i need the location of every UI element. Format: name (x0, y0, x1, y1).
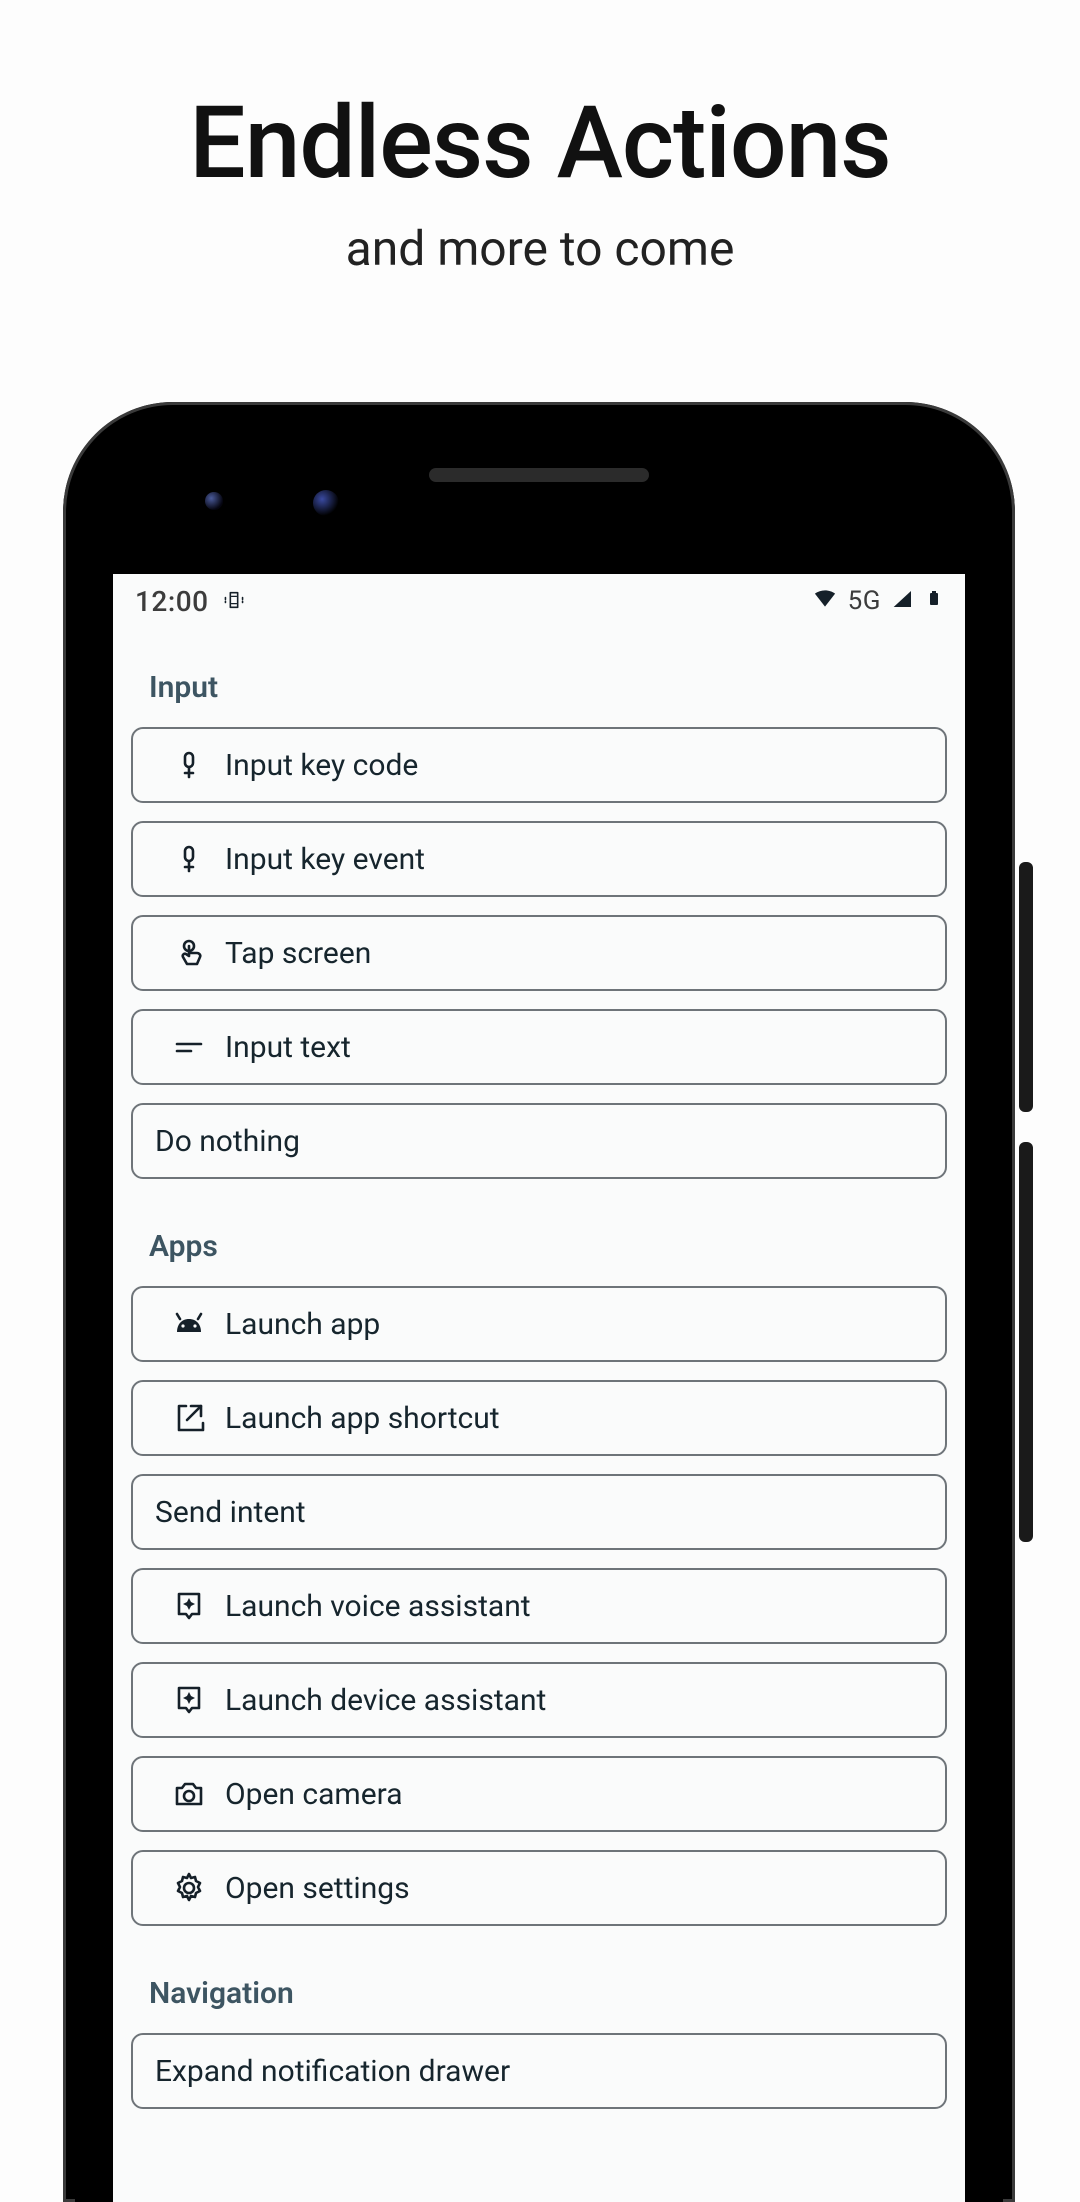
action-label: Launch device assistant (225, 1683, 925, 1718)
dev-mode-icon (223, 585, 245, 618)
action-label: Input key code (225, 748, 925, 783)
action-button[interactable]: Launch app shortcut (131, 1380, 947, 1456)
action-button[interactable]: Open settings (131, 1850, 947, 1926)
phone-speaker (429, 468, 649, 482)
touch-icon (153, 935, 225, 971)
status-bar: 12:00 5G (113, 574, 965, 628)
phone-frame: 12:00 5G InputI (63, 402, 1015, 2202)
battery-icon (925, 585, 943, 618)
android-icon (153, 1306, 225, 1342)
status-time: 12:00 (135, 585, 209, 618)
wifi-icon (812, 585, 838, 618)
action-label: Send intent (153, 1495, 925, 1530)
phone-side-button (1019, 1142, 1033, 1542)
section-title: Apps (131, 1197, 947, 1286)
action-label: Expand notification drawer (153, 2054, 925, 2089)
action-label: Input text (225, 1030, 925, 1065)
hero-title: Endless Actions (0, 85, 1080, 202)
action-label: Open settings (225, 1871, 925, 1906)
action-button[interactable]: Send intent (131, 1474, 947, 1550)
action-button[interactable]: Open camera (131, 1756, 947, 1832)
camera-icon (153, 1776, 225, 1812)
action-button[interactable]: Input key code (131, 727, 947, 803)
action-button[interactable]: Launch app (131, 1286, 947, 1362)
action-label: Launch voice assistant (225, 1589, 925, 1624)
action-button[interactable]: Launch voice assistant (131, 1568, 947, 1644)
action-button[interactable]: Tap screen (131, 915, 947, 991)
action-label: Open camera (225, 1777, 925, 1812)
phone-camera (205, 492, 223, 510)
action-label: Do nothing (153, 1124, 925, 1159)
action-label: Input key event (225, 842, 925, 877)
phone-camera (313, 490, 339, 516)
short-text-icon (153, 1029, 225, 1065)
hero-subtitle: and more to come (0, 220, 1080, 277)
phone-side-button (1019, 862, 1033, 1112)
action-button[interactable]: Do nothing (131, 1103, 947, 1179)
section-title: Navigation (131, 1944, 947, 2033)
phone-screen: 12:00 5G InputI (113, 574, 965, 2202)
action-button[interactable]: Input text (131, 1009, 947, 1085)
action-button[interactable]: Expand notification drawer (131, 2033, 947, 2109)
action-label: Launch app shortcut (225, 1401, 925, 1436)
gear-icon (153, 1870, 225, 1906)
assistant-icon (153, 1682, 225, 1718)
key-outline-icon (153, 841, 225, 877)
action-label: Launch app (225, 1307, 925, 1342)
action-button[interactable]: Input key event (131, 821, 947, 897)
assistant-icon (153, 1588, 225, 1624)
network-label: 5G (848, 586, 881, 616)
section-title: Input (131, 638, 947, 727)
signal-icon (891, 585, 915, 618)
open-in-new-icon (153, 1400, 225, 1436)
key-outline-icon (153, 747, 225, 783)
action-label: Tap screen (225, 936, 925, 971)
action-button[interactable]: Launch device assistant (131, 1662, 947, 1738)
